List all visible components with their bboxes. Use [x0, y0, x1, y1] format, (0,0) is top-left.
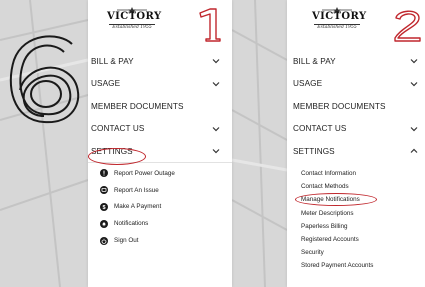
action-report-an-issue[interactable]: Report An Issue	[88, 182, 232, 199]
menu-item-label: BILL & PAY	[91, 56, 134, 66]
submenu-item-contact-information[interactable]: Contact Information	[287, 167, 425, 180]
message-icon	[100, 186, 108, 195]
menu-item-label: CONTACT US	[293, 124, 347, 134]
logo-tagline: Established 1955	[317, 25, 357, 30]
action-make-a-payment[interactable]: $ Make A Payment	[88, 199, 232, 216]
submenu-item-label: Meter Descriptions	[301, 209, 354, 217]
menu-item-label: BILL & PAY	[293, 56, 336, 66]
main-menu: BILL & PAY USAGE MEMBER DOCUMENTS CONTAC…	[88, 50, 232, 163]
action-label: Sign Out	[114, 237, 139, 245]
victory-logo: VICTORY Established 1955	[107, 7, 162, 37]
logo-wordmark: VICTORY	[312, 11, 367, 22]
menu-item-settings[interactable]: SETTINGS	[287, 140, 425, 163]
menu-item-bill-pay[interactable]: BILL & PAY	[88, 50, 232, 73]
action-label: Make A Payment	[114, 203, 162, 211]
main-menu: BILL & PAY USAGE MEMBER DOCUMENTS CONTAC…	[287, 50, 425, 163]
menu-item-label: MEMBER DOCUMENTS	[91, 101, 184, 111]
alert-icon	[100, 169, 108, 178]
submenu-item-paperless-billing[interactable]: Paperless Billing	[287, 220, 425, 233]
power-icon	[100, 236, 108, 245]
logo-wordmark: VICTORY	[107, 11, 162, 22]
submenu-item-security[interactable]: Security	[287, 246, 425, 259]
menu-panel-step-1: VICTORY Established 1955 BILL & PAY USAG…	[88, 0, 232, 287]
chevron-down-icon	[410, 126, 418, 131]
logo-tagline: Established 1955	[112, 25, 152, 30]
menu-panel-step-2: VICTORY Established 1955 BILL & PAY USAG…	[287, 0, 425, 287]
action-report-power-outage[interactable]: Report Power Outage	[88, 165, 232, 182]
menu-item-member-documents[interactable]: MEMBER DOCUMENTS	[88, 95, 232, 118]
victory-logo: VICTORY Established 1955	[312, 7, 367, 37]
chevron-down-icon	[410, 59, 418, 64]
menu-item-usage[interactable]: USAGE	[88, 73, 232, 96]
chevron-down-icon	[212, 126, 220, 131]
menu-item-contact-us[interactable]: CONTACT US	[287, 118, 425, 141]
svg-text:$: $	[102, 205, 105, 211]
chevron-down-icon	[212, 59, 220, 64]
bell-icon	[100, 219, 108, 228]
action-label: Notifications	[114, 220, 149, 228]
menu-item-bill-pay[interactable]: BILL & PAY	[287, 50, 425, 73]
quick-actions-list: Report Power Outage Report An Issue $ Ma…	[88, 165, 232, 249]
submenu-item-stored-payment-accounts[interactable]: Stored Payment Accounts	[287, 259, 425, 272]
menu-item-contact-us[interactable]: CONTACT US	[88, 118, 232, 141]
submenu-item-label: Stored Payment Accounts	[301, 262, 374, 270]
manage-notifications-highlight-circle	[295, 193, 377, 206]
step-six-graphic	[9, 35, 80, 124]
step-number-1-graphic	[199, 8, 221, 42]
menu-item-member-documents[interactable]: MEMBER DOCUMENTS	[287, 95, 425, 118]
action-label: Report An Issue	[114, 186, 159, 194]
settings-submenu: Contact Information Contact Methods Mana…	[287, 167, 425, 273]
submenu-item-label: Contact Methods	[301, 183, 349, 191]
submenu-item-contact-methods[interactable]: Contact Methods	[287, 180, 425, 193]
action-label: Report Power Outage	[114, 169, 175, 177]
chevron-down-icon	[410, 81, 418, 86]
submenu-item-label: Contact Information	[301, 170, 356, 178]
action-sign-out[interactable]: Sign Out	[88, 232, 232, 249]
settings-highlight-circle	[88, 148, 146, 165]
submenu-item-label: Paperless Billing	[301, 222, 348, 230]
step-number-2-graphic	[394, 10, 421, 42]
menu-item-label: CONTACT US	[91, 124, 145, 134]
chevron-down-icon	[212, 81, 220, 86]
submenu-item-label: Security	[301, 249, 324, 257]
action-notifications[interactable]: Notifications	[88, 215, 232, 232]
menu-item-label: SETTINGS	[293, 146, 335, 156]
submenu-item-meter-descriptions[interactable]: Meter Descriptions	[287, 207, 425, 220]
menu-item-label: USAGE	[293, 79, 323, 89]
chevron-up-icon	[410, 148, 418, 153]
menu-item-usage[interactable]: USAGE	[287, 73, 425, 96]
chevron-down-icon	[212, 149, 220, 154]
dollar-icon: $	[100, 202, 108, 211]
menu-item-label: USAGE	[91, 79, 121, 89]
submenu-item-label: Registered Accounts	[301, 236, 359, 244]
menu-item-label: MEMBER DOCUMENTS	[293, 101, 386, 111]
submenu-item-registered-accounts[interactable]: Registered Accounts	[287, 233, 425, 246]
